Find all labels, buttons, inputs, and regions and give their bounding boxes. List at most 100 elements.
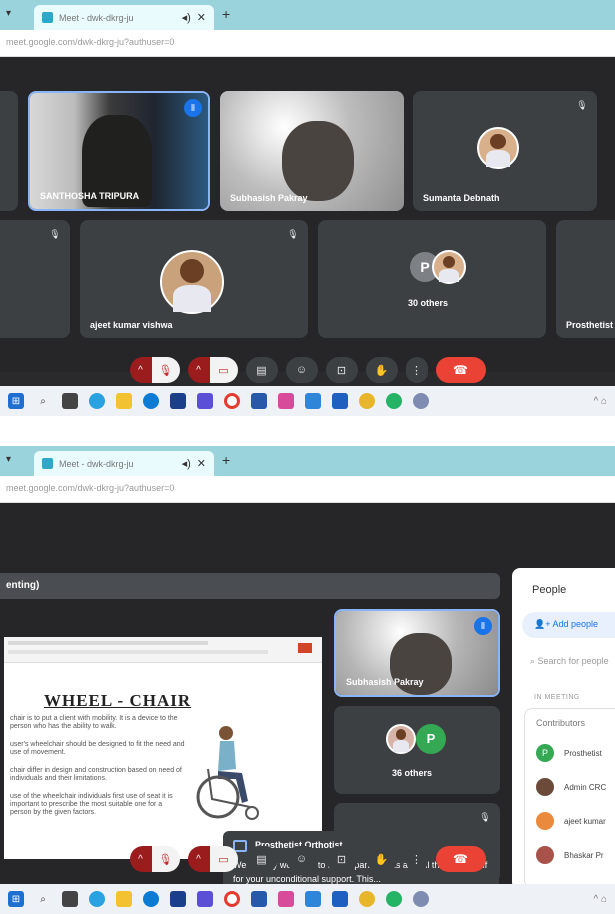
browser-tab[interactable]: Meet - dwk-dkrg-ju ◂) ✕: [34, 451, 214, 476]
video-settings-chevron-icon[interactable]: ^: [187, 846, 210, 872]
address-bar[interactable]: meet.google.com/dwk-dkrg-ju?authuser=0: [0, 476, 615, 503]
people-list-item[interactable]: Admin CRC: [536, 778, 606, 796]
search-icon[interactable]: ⌕: [35, 891, 51, 907]
raise-hand-button[interactable]: ✋: [365, 357, 398, 383]
participant-tile-partial[interactable]: Prosthetist: [556, 220, 615, 338]
reactions-button[interactable]: ☺: [285, 357, 318, 383]
tab-close-icon[interactable]: ✕: [197, 11, 206, 24]
present-button[interactable]: ⊡: [325, 357, 358, 383]
tab-mute-icon[interactable]: ◂): [182, 11, 191, 24]
new-tab-icon[interactable]: +: [222, 452, 230, 468]
windows-start-icon[interactable]: ⊞: [8, 891, 24, 907]
file-explorer-icon[interactable]: [116, 891, 132, 907]
audio-settings-chevron-icon[interactable]: ^: [129, 357, 152, 383]
search-icon[interactable]: ⌕: [35, 393, 51, 409]
settings-icon[interactable]: [413, 891, 429, 907]
chrome-icon[interactable]: [359, 891, 375, 907]
task-view-icon[interactable]: [62, 891, 78, 907]
tab-close-icon[interactable]: ✕: [197, 457, 206, 470]
camera-off-button[interactable]: ▭: [209, 357, 238, 383]
opera-icon[interactable]: [224, 891, 240, 907]
opera-icon[interactable]: [224, 393, 240, 409]
edge-icon[interactable]: [89, 393, 105, 409]
person-avatar: [536, 778, 554, 796]
camera-off-button[interactable]: ▭: [209, 846, 238, 872]
participant-tile[interactable]: 🎙 ajeet kumar vishwa: [80, 220, 308, 338]
browser-tab-bar: ▾ Meet - dwk-dkrg-ju ◂) ✕ +: [0, 446, 615, 476]
mic-off-button[interactable]: 🎙: [151, 846, 180, 872]
others-tile[interactable]: P 36 others: [334, 706, 500, 794]
leave-call-button[interactable]: ☎: [435, 357, 486, 383]
mic-off-button[interactable]: 🎙: [151, 357, 180, 383]
outlook-icon[interactable]: [332, 393, 348, 409]
participant-tile[interactable]: ⦀ Subhasish Pakray: [334, 609, 500, 697]
photos-icon[interactable]: [197, 891, 213, 907]
audio-settings-chevron-icon[interactable]: ^: [129, 846, 152, 872]
store-icon[interactable]: [170, 891, 186, 907]
others-avatar: [386, 724, 416, 754]
windows-taskbar: ⊞ ⌕ ^ ⌂: [0, 884, 615, 914]
app-icon[interactable]: [305, 891, 321, 907]
people-search-input[interactable]: ⌕ Search for people: [530, 656, 609, 667]
edge-icon[interactable]: [89, 891, 105, 907]
browser-tab[interactable]: Meet - dwk-dkrg-ju ◂) ✕: [34, 5, 214, 30]
raise-hand-button[interactable]: ✋: [365, 846, 398, 872]
new-tab-icon[interactable]: +: [222, 6, 230, 22]
browser-icon[interactable]: [143, 393, 159, 409]
app-icon[interactable]: [251, 393, 267, 409]
chrome-icon[interactable]: [359, 393, 375, 409]
slide-paragraph: chair is to put a client with mobility. …: [10, 715, 178, 730]
search-icon: ⌕: [530, 656, 538, 666]
reactions-button[interactable]: ☺: [285, 846, 318, 872]
photos-icon[interactable]: [197, 393, 213, 409]
participant-name: Subhasish Pakray: [346, 677, 424, 687]
participant-tile[interactable]: 🎙 Sumanta Debnath: [413, 91, 597, 211]
more-options-button[interactable]: ⋮: [405, 846, 428, 872]
slide-paragraph: user's wheelchair should be designed to …: [10, 741, 185, 756]
browser-icon[interactable]: [143, 891, 159, 907]
more-options-button[interactable]: ⋮: [405, 357, 428, 383]
participant-name: SANTHOSHA TRIPURA: [40, 191, 140, 201]
address-bar[interactable]: meet.google.com/dwk-dkrg-ju?authuser=0: [0, 30, 615, 57]
participant-tile-partial[interactable]: [0, 91, 18, 211]
video-settings-chevron-icon[interactable]: ^: [187, 357, 210, 383]
people-list-item[interactable]: ajeet kumar: [536, 812, 606, 830]
instagram-icon[interactable]: [278, 891, 294, 907]
tab-search-icon[interactable]: ▾: [6, 8, 11, 19]
slide-toolbar: [4, 637, 322, 663]
participant-tile[interactable]: ⦀ SANTHOSHA TRIPURA: [28, 91, 210, 211]
people-list-item[interactable]: P Prosthetist: [536, 744, 602, 762]
whatsapp-icon[interactable]: [386, 891, 402, 907]
system-tray-chevron-icon[interactable]: ^ ⌂: [593, 894, 607, 905]
mic-control: ^ 🎙: [129, 357, 180, 383]
others-avatar: [432, 250, 466, 284]
system-tray-chevron-icon[interactable]: ^ ⌂: [593, 396, 607, 407]
captions-button[interactable]: ▤: [245, 846, 278, 872]
windows-start-icon[interactable]: ⊞: [8, 393, 24, 409]
mic-off-icon: 🎙: [576, 100, 588, 110]
instagram-icon[interactable]: [278, 393, 294, 409]
participant-name: ajeet kumar vishwa: [90, 320, 173, 330]
settings-icon[interactable]: [413, 393, 429, 409]
app-icon[interactable]: [305, 393, 321, 409]
present-button[interactable]: ⊡: [325, 846, 358, 872]
participant-avatar: [160, 250, 224, 314]
participant-tile[interactable]: Subhasish Pakray: [220, 91, 404, 211]
wheelchair-illustration: [196, 726, 259, 820]
app-icon[interactable]: [251, 891, 267, 907]
tab-mute-icon[interactable]: ◂): [182, 457, 191, 470]
leave-call-button[interactable]: ☎: [435, 846, 486, 872]
participant-tile-partial[interactable]: 🎙: [0, 220, 70, 338]
search-placeholder: Search for people: [537, 656, 609, 666]
others-tile[interactable]: P 30 others: [318, 220, 546, 338]
add-people-button[interactable]: 👤+ Add people: [522, 612, 615, 638]
file-explorer-icon[interactable]: [116, 393, 132, 409]
tab-search-icon[interactable]: ▾: [6, 454, 11, 465]
contributors-heading: Contributors: [536, 718, 586, 728]
task-view-icon[interactable]: [62, 393, 78, 409]
outlook-icon[interactable]: [332, 891, 348, 907]
store-icon[interactable]: [170, 393, 186, 409]
whatsapp-icon[interactable]: [386, 393, 402, 409]
captions-button[interactable]: ▤: [245, 357, 278, 383]
meet-favicon-icon: [42, 12, 53, 23]
